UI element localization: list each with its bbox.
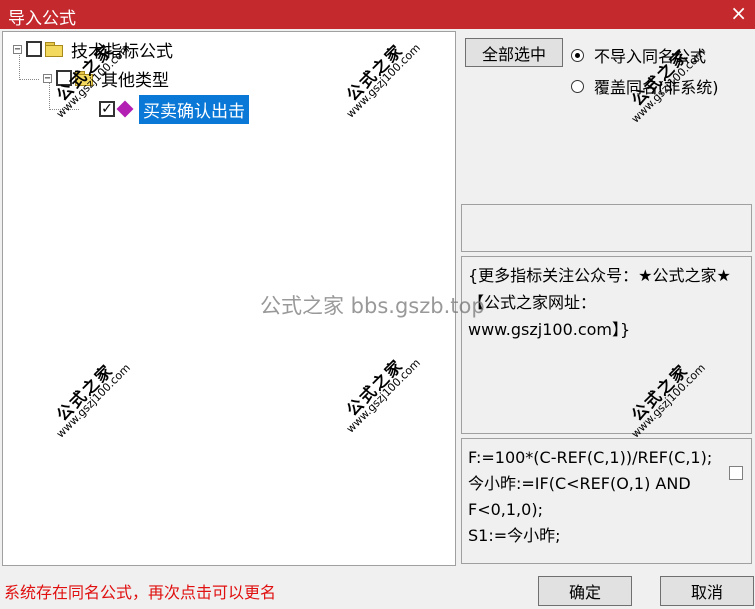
description-box: {更多指标关注公众号：★公式之家★【公式之家网址：www.gszj100.com… [461, 256, 752, 434]
formula-line: S1:=今小昨; [468, 526, 561, 545]
radio-overwrite[interactable]: 覆盖同名(非系统) [571, 74, 719, 98]
tree-node-root-label: 技术指标公式 [71, 41, 173, 62]
root-checkbox[interactable] [26, 41, 42, 57]
formula-source-box[interactable]: F:=100*(C-REF(C,1))/REF(C,1); 今小昨:=IF(C<… [461, 438, 752, 564]
radio-no-import[interactable]: 不导入同名公式 [571, 43, 706, 67]
formula-line: F<0,1,0); [468, 500, 543, 519]
category-checkbox[interactable] [56, 70, 72, 86]
tree-node-category-label: 其他类型 [101, 70, 169, 91]
close-icon[interactable]: × [730, 3, 747, 23]
radio-icon-selected[interactable] [571, 48, 584, 62]
formula-source: F:=100*(C-REF(C,1))/REF(C,1); 今小昨:=IF(C<… [468, 445, 712, 549]
formula-checkbox-small[interactable] [729, 466, 743, 480]
tree-node-formula[interactable]: ✓ 买卖确认出击 [95, 94, 249, 124]
folder-icon [75, 71, 93, 86]
title-bar: 导入公式 × [0, 0, 755, 29]
tree-node-root[interactable]: − 技术指标公式 [13, 38, 173, 62]
formula-line: 今小昨:=IF(C<REF(O,1) AND [468, 474, 691, 493]
tree-node-category[interactable]: − 其他类型 [43, 67, 169, 91]
formula-checkbox[interactable]: ✓ [99, 101, 115, 117]
select-all-button[interactable]: 全部选中 [465, 38, 563, 67]
collapse-icon[interactable]: − [43, 73, 52, 83]
formula-line: F:=100*(C-REF(C,1))/REF(C,1); [468, 448, 713, 467]
tree-node-formula-label[interactable]: 买卖确认出击 [139, 94, 249, 124]
description-text: {更多指标关注公众号：★公式之家★【公式之家网址：www.gszj100.com… [468, 266, 731, 339]
radio-icon[interactable] [571, 79, 584, 93]
window-title: 导入公式 [8, 9, 76, 29]
radio-overwrite-label: 覆盖同名(非系统) [594, 78, 719, 97]
empty-field [461, 204, 752, 252]
folder-icon [45, 42, 63, 57]
formula-tree[interactable]: − 技术指标公式 − 其他类型 ✓ 买卖确认出击 [2, 31, 456, 566]
ok-button[interactable]: 确定 [538, 576, 632, 606]
formula-icon [116, 100, 134, 118]
collapse-icon[interactable]: − [13, 44, 22, 54]
cancel-button[interactable]: 取消 [660, 576, 754, 606]
status-message: 系统存在同名公式，再次点击可以更名 [4, 583, 277, 602]
radio-no-import-label: 不导入同名公式 [594, 47, 707, 66]
